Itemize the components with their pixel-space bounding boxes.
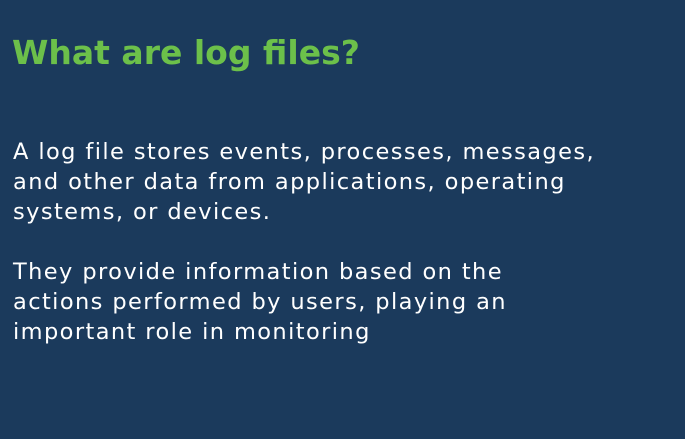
paragraph-line: They provide information based on the — [13, 259, 503, 285]
paragraph-line: actions performed by users, playing an — [13, 289, 507, 315]
paragraph-line: and other data from applications, operat… — [13, 169, 566, 195]
paragraph-line: systems, or devices. — [13, 199, 272, 225]
slide: What are log files? A log file stores ev… — [0, 0, 685, 439]
paragraph-definition: A log file stores events, processes, mes… — [13, 137, 678, 227]
paragraph-line: important role in monitoring — [13, 319, 371, 345]
paragraph-purpose: They provide information based on the ac… — [13, 257, 678, 347]
slide-title: What are log files? — [12, 33, 360, 72]
paragraph-line: A log file stores events, processes, mes… — [13, 139, 596, 165]
slide-body: A log file stores events, processes, mes… — [13, 137, 678, 377]
